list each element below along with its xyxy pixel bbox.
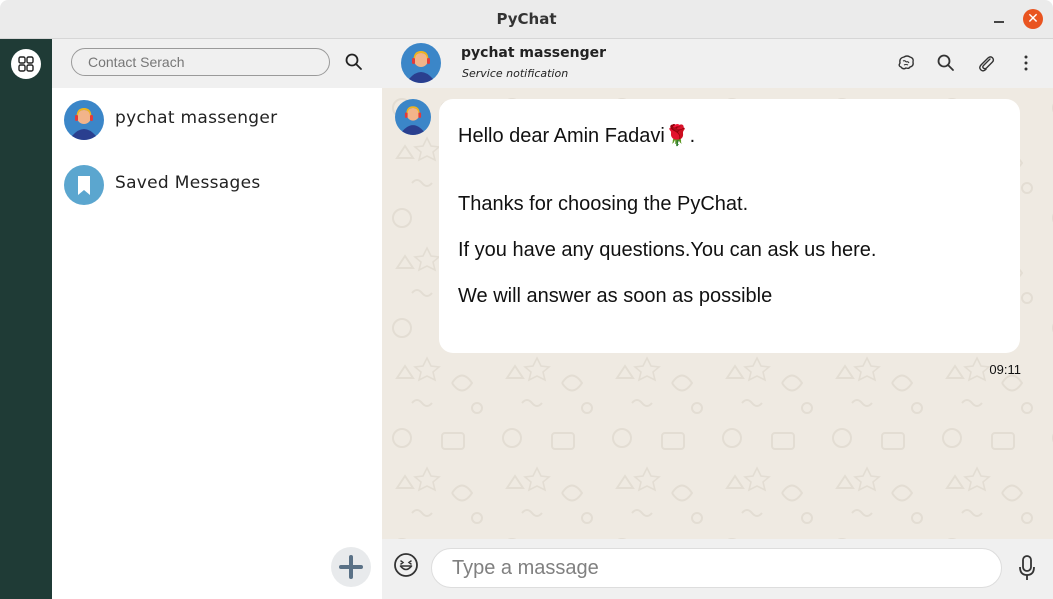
message-area[interactable]: Hello dear Amin Fadavi🌹. Thanks for choo… <box>382 88 1053 539</box>
message-line: We will answer as soon as possible <box>458 285 773 307</box>
message-timestamp: 09:11 <box>989 362 1021 377</box>
paperclip-icon <box>979 56 995 72</box>
apps-grid-icon <box>18 56 34 72</box>
title-bar[interactable]: PyChat ✕ <box>0 0 1053 39</box>
message-input-box[interactable] <box>431 548 1002 588</box>
microphone-icon <box>1019 555 1035 580</box>
contact-search-box[interactable] <box>71 48 330 76</box>
contact-item-saved[interactable]: Saved Messages <box>52 165 382 215</box>
brain-button[interactable] <box>896 53 916 73</box>
support-agent-avatar <box>64 100 104 140</box>
emoji-icon <box>394 553 418 577</box>
chat-title: pychat massenger <box>461 45 607 61</box>
contact-search-input[interactable] <box>86 53 320 71</box>
message-line: Thanks for choosing the PyChat. <box>458 193 749 215</box>
bookmark-icon <box>64 165 104 205</box>
message-line: If you have any questions.You can ask us… <box>458 239 877 261</box>
minimize-button[interactable] <box>990 10 1008 28</box>
contact-name: pychat massenger <box>115 108 278 128</box>
new-chat-button[interactable] <box>331 547 371 587</box>
more-vertical-icon <box>1024 55 1028 71</box>
contact-item-pychat[interactable]: pychat massenger <box>52 100 382 150</box>
contact-name: Saved Messages <box>115 173 261 193</box>
search-icon <box>345 53 362 70</box>
message-bubble[interactable]: Hello dear Amin Fadavi🌹. Thanks for choo… <box>439 99 1020 353</box>
brain-icon <box>898 55 914 70</box>
app-window: PyChat ✕ Contact Serach pychat massenger… <box>0 0 1053 599</box>
apps-button[interactable] <box>11 49 41 79</box>
window-title: PyChat <box>496 10 557 28</box>
voice-record-button[interactable] <box>1017 554 1037 582</box>
search-icon <box>937 54 954 71</box>
message-input[interactable] <box>450 556 984 581</box>
side-rail <box>0 39 52 599</box>
chat-header: pychat massenger Service notification <box>382 39 1053 88</box>
close-button[interactable]: ✕ <box>1023 9 1043 29</box>
support-agent-avatar[interactable] <box>401 43 441 83</box>
message-line: Hello dear Amin Fadavi🌹. <box>458 125 696 147</box>
chat-subtitle: Service notification <box>462 67 569 80</box>
plus-icon <box>339 555 363 579</box>
composer-bar <box>382 539 1053 599</box>
contact-search-button[interactable] <box>344 52 364 72</box>
support-agent-avatar <box>395 99 431 135</box>
chat-search-button[interactable] <box>936 53 956 73</box>
more-button[interactable] <box>1016 53 1036 73</box>
contacts-panel: pychat massenger Saved Messages <box>52 39 382 599</box>
emoji-button[interactable] <box>393 552 419 578</box>
attach-button[interactable] <box>976 53 996 73</box>
